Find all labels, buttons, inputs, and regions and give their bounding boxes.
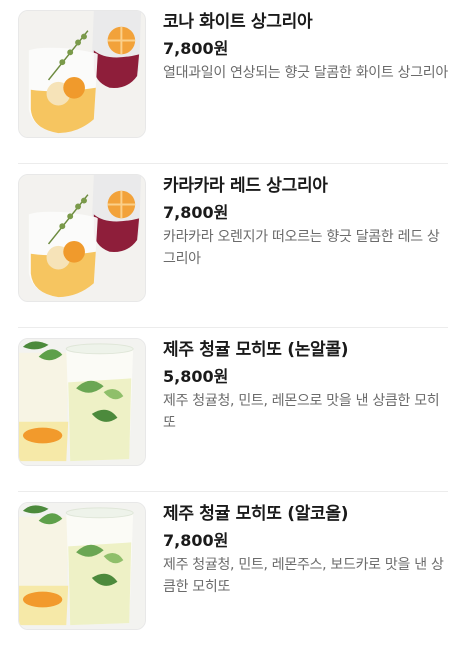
menu-item-description: 카라카라 오렌지가 떠오르는 향긋 달콤한 레드 상그리아: [163, 229, 440, 267]
menu-item[interactable]: 제주 청귤 모히또 (알코올) 7,800원 제주 청귤청, 민트, 레몬주스,…: [0, 492, 466, 656]
menu-item-description: 열대과일이 연상되는 향긋 달콤한 화이트 상그리아: [163, 65, 448, 81]
menu-item-name: 카라카라 레드 상그리아: [163, 176, 328, 196]
menu-item-price: 7,800원: [163, 39, 229, 58]
menu-item-info: 제주 청귤 모히또 (알코올) 7,800원 제주 청귤청, 민트, 레몬주스,…: [163, 502, 448, 598]
sangria-drink-image[interactable]: [18, 10, 146, 138]
sangria-illustration: [19, 175, 145, 301]
menu-item-name: 코나 화이트 상그리아: [163, 12, 313, 32]
sangria-drink-image[interactable]: [18, 174, 146, 302]
menu-item-description: 제주 청귤청, 민트, 레몬주스, 보드카로 맛을 낸 상큼한 모히또: [163, 557, 444, 595]
sangria-illustration: [19, 11, 145, 137]
mojito-illustration: [19, 503, 145, 629]
menu-item-price: 5,800원: [163, 367, 229, 386]
mojito-drink-image[interactable]: [18, 502, 146, 630]
menu-item-info: 카라카라 레드 상그리아 7,800원 카라카라 오렌지가 떠오르는 향긋 달콤…: [163, 174, 448, 270]
menu-item-name: 제주 청귤 모히또 (알코올): [163, 504, 349, 524]
menu-item[interactable]: 제주 청귤 모히또 (논알콜) 5,800원 제주 청귤청, 민트, 레몬으로 …: [0, 328, 466, 492]
menu-list: 코나 화이트 상그리아 7,800원 열대과일이 연상되는 향긋 달콤한 화이트…: [0, 0, 466, 648]
menu-item-price: 7,800원: [163, 203, 229, 222]
mojito-illustration: [19, 339, 145, 465]
menu-item-info: 코나 화이트 상그리아 7,800원 열대과일이 연상되는 향긋 달콤한 화이트…: [163, 10, 448, 84]
mojito-drink-image[interactable]: [18, 338, 146, 466]
menu-item[interactable]: 카라카라 레드 상그리아 7,800원 카라카라 오렌지가 떠오르는 향긋 달콤…: [0, 164, 466, 328]
menu-item-description: 제주 청귤청, 민트, 레몬으로 맛을 낸 상큼한 모히또: [163, 393, 440, 431]
menu-item-info: 제주 청귤 모히또 (논알콜) 5,800원 제주 청귤청, 민트, 레몬으로 …: [163, 338, 448, 434]
menu-item-name: 제주 청귤 모히또 (논알콜): [163, 340, 349, 360]
menu-item-price: 7,800원: [163, 531, 229, 550]
menu-item[interactable]: 코나 화이트 상그리아 7,800원 열대과일이 연상되는 향긋 달콤한 화이트…: [0, 0, 466, 164]
